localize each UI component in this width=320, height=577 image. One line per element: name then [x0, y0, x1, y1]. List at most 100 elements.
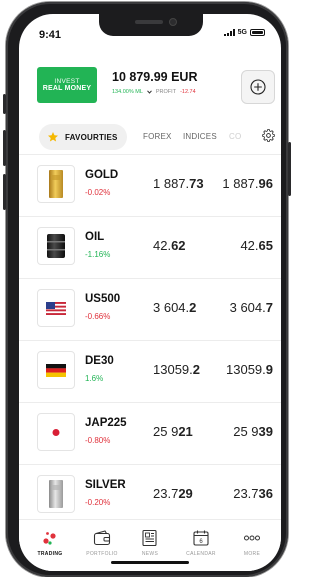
bid-price[interactable]: 23.729: [153, 486, 193, 501]
ask-price[interactable]: 42.65: [240, 238, 273, 253]
system-indicators: 5G: [223, 29, 265, 36]
instrument-change: -1.16%: [85, 250, 111, 259]
instrument-symbol: GOLD: [85, 169, 119, 181]
status-time: 9:41: [39, 29, 62, 41]
status-bar: 9:41 5G: [19, 14, 281, 44]
us-flag-icon: [46, 301, 66, 315]
instrument-change: -0.02%: [85, 188, 111, 197]
home-indicator[interactable]: [111, 561, 189, 564]
nav-news[interactable]: NEWS: [125, 528, 175, 557]
mute-switch: [3, 94, 6, 114]
japan-flag-icon: [46, 425, 66, 439]
ask-price[interactable]: 23.736: [233, 486, 273, 501]
bid-price[interactable]: 3 604.2: [153, 300, 196, 315]
bid-price-main: 1 887.: [153, 176, 190, 191]
nav-calendar[interactable]: 6 CALENDAR: [176, 528, 226, 557]
instrument-row-oil[interactable]: OIL -1.16% 42.62 42.65: [19, 216, 281, 278]
add-instrument-button[interactable]: [241, 70, 275, 104]
nav-trading-label: TRADING: [37, 551, 63, 557]
chevron-down-icon[interactable]: [147, 90, 152, 94]
profit-label: PROFIT: [155, 89, 177, 95]
instrument-symbol: DE30: [85, 355, 114, 367]
trading-icon: [43, 532, 56, 545]
instrument-row-de30[interactable]: DE30 1.6% 13059.2 13059.9: [19, 340, 281, 402]
germany-flag-icon: [46, 363, 66, 377]
instrument-change: -0.66%: [85, 312, 111, 321]
battery-icon: [250, 29, 265, 36]
ask-price-main: 13059.: [226, 362, 266, 377]
bid-price-pips: 73: [189, 176, 204, 191]
margin-level: 134.00% ML: [112, 89, 143, 95]
ask-price-main: 42.: [240, 238, 259, 253]
calendar-icon: 6: [193, 530, 209, 546]
instrument-row-silver[interactable]: SILVER -0.20% 23.729 23.736: [19, 464, 281, 526]
ask-price-pips: 39: [258, 424, 273, 439]
instrument-symbol: OIL: [85, 231, 105, 243]
bid-price-main: 23.7: [153, 486, 179, 501]
silver-bar-icon: [49, 480, 63, 508]
oil-barrel-icon: [47, 234, 65, 258]
bid-price-pips: 62: [171, 238, 186, 253]
instrument-thumbnail: [37, 475, 75, 513]
invest-label: INVEST: [54, 78, 80, 85]
real-money-label: REAL MONEY: [42, 85, 92, 92]
nav-news-label: NEWS: [141, 551, 159, 557]
ask-price-main: 3 604.: [229, 300, 266, 315]
ask-price-main: 25 9: [233, 424, 259, 439]
account-balance[interactable]: 10 879.99 EUR: [112, 70, 197, 84]
tab-commodities[interactable]: CO: [229, 132, 241, 141]
gear-icon[interactable]: [262, 129, 275, 142]
notch: [99, 14, 203, 36]
ask-price-pips: 65: [258, 238, 273, 253]
bid-price-pips: 21: [178, 424, 193, 439]
nav-calendar-label: CALENDAR: [186, 551, 216, 557]
instrument-row-us500[interactable]: US500 -0.66% 3 604.2 3 604.7: [19, 278, 281, 340]
ask-price-pips: 96: [258, 176, 273, 191]
bid-price[interactable]: 25 921: [153, 424, 193, 439]
plus-circle-icon: [250, 79, 266, 95]
bid-price-main: 42.: [153, 238, 172, 253]
app-screen: 9:41 5G INVEST REAL MONEY 10 879.99 EUR …: [19, 14, 281, 571]
invest-real-money-button[interactable]: INVEST REAL MONEY: [37, 67, 97, 103]
newspaper-icon: [142, 529, 157, 547]
nav-portfolio[interactable]: PORTFOLIO: [77, 528, 127, 557]
instrument-change: -0.80%: [85, 436, 111, 445]
ask-price-main: 23.7: [233, 486, 259, 501]
ask-price-main: 1 887.: [222, 176, 259, 191]
tab-forex[interactable]: FOREX: [143, 132, 172, 141]
nav-more[interactable]: MORE: [227, 528, 277, 557]
bid-price[interactable]: 42.62: [153, 238, 186, 253]
gold-bar-icon: [49, 170, 63, 198]
ask-price[interactable]: 13059.9: [226, 362, 273, 377]
bid-price-pips: 2: [192, 362, 200, 377]
tab-favourites[interactable]: FAVOURTIES: [39, 124, 127, 150]
instrument-thumbnail: [37, 289, 75, 327]
volume-down-button: [3, 174, 6, 210]
instrument-row-jap225[interactable]: JAP225 -0.80% 25 921 25 939: [19, 402, 281, 464]
nav-trading[interactable]: TRADING: [25, 528, 75, 557]
nav-portfolio-label: PORTFOLIO: [86, 551, 118, 557]
wallet-icon: [93, 530, 111, 546]
ask-price[interactable]: 1 887.96: [222, 176, 273, 191]
tab-favourites-label: FAVOURTIES: [65, 132, 118, 142]
instrument-thumbnail: [37, 351, 75, 389]
instrument-thumbnail: [37, 413, 75, 451]
ask-price-pips: 7: [265, 300, 273, 315]
category-tabs: FAVOURTIES FOREX INDICES CO: [19, 124, 281, 152]
ask-price[interactable]: 25 939: [233, 424, 273, 439]
instrument-row-gold[interactable]: GOLD -0.02% 1 887.73 1 887.96: [19, 154, 281, 216]
calendar-day: 6: [199, 539, 203, 545]
ask-price[interactable]: 3 604.7: [230, 300, 273, 315]
bid-price[interactable]: 1 887.73: [153, 176, 204, 191]
star-icon: [48, 132, 58, 142]
instrument-change: -0.20%: [85, 498, 111, 507]
bid-price[interactable]: 13059.2: [153, 362, 200, 377]
signal-icon: [223, 29, 235, 36]
front-camera: [169, 18, 177, 26]
profit-value: -12.74: [180, 89, 196, 95]
phone-frame: 9:41 5G INVEST REAL MONEY 10 879.99 EUR …: [3, 2, 291, 577]
tab-indices[interactable]: INDICES: [183, 132, 217, 141]
instrument-change: 1.6%: [85, 374, 104, 383]
account-header: INVEST REAL MONEY 10 879.99 EUR 134.00% …: [19, 54, 281, 104]
power-button: [288, 142, 291, 196]
